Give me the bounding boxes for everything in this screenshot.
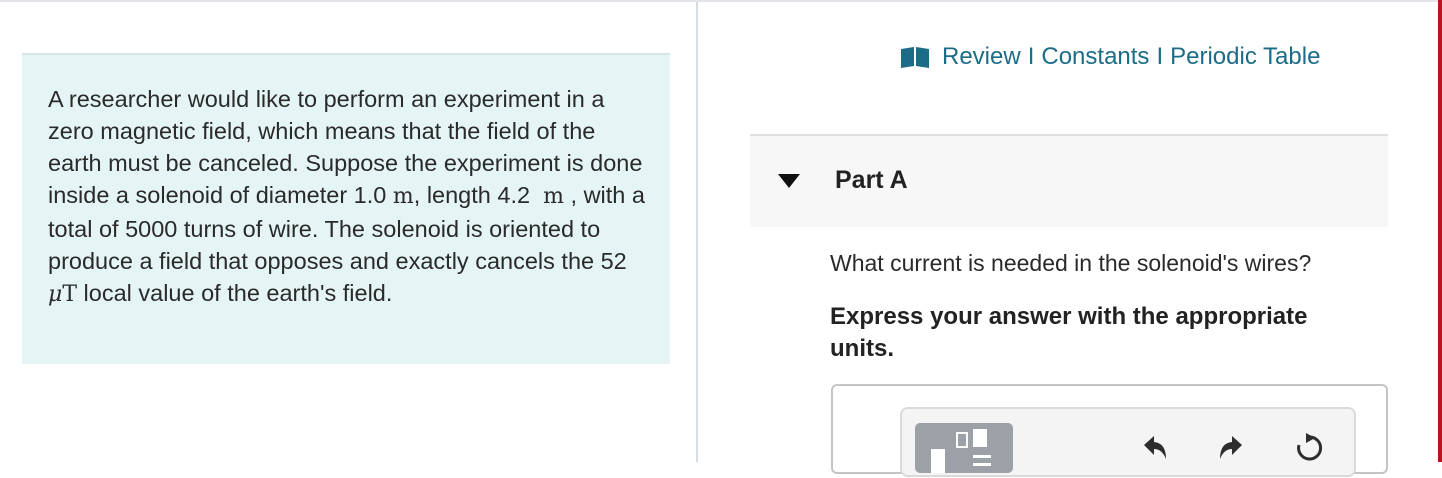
unit-meter: m — [543, 184, 564, 209]
review-link[interactable]: Review — [942, 43, 1021, 71]
instruction-text: Express your answer with the appropriate… — [830, 303, 1308, 362]
book-icon — [901, 47, 929, 68]
pane-divider[interactable] — [696, 2, 698, 462]
problem-statement-panel: A researcher would like to perform an ex… — [22, 53, 670, 364]
redo-icon[interactable] — [1216, 433, 1246, 463]
link-separator: I — [1027, 43, 1035, 70]
question-text: What current is needed in the solenoid's… — [830, 250, 1312, 276]
top-border — [0, 0, 1442, 2]
window-edge — [1438, 0, 1442, 462]
part-a-header[interactable]: Part A — [750, 134, 1388, 227]
caret-down-icon[interactable] — [778, 174, 800, 188]
unit-meter: m — [392, 184, 414, 209]
problem-text: A researcher would like to perform an ex… — [48, 86, 645, 307]
answer-input-area — [831, 384, 1388, 477]
part-title: Part A — [835, 166, 908, 194]
templates-button[interactable] — [915, 423, 1013, 473]
link-separator: I — [1156, 43, 1164, 70]
resource-links: Review I Constants I Periodic Table — [900, 40, 1320, 74]
unit-tesla: T — [62, 282, 77, 307]
periodic-table-link[interactable]: Periodic Table — [1170, 43, 1320, 71]
templates-icon — [931, 429, 991, 473]
undo-icon[interactable] — [1140, 433, 1170, 463]
reset-icon[interactable] — [1294, 433, 1324, 463]
answer-toolbar — [900, 407, 1356, 477]
unit-micro: μ — [48, 282, 63, 307]
constants-link[interactable]: Constants — [1041, 43, 1149, 71]
